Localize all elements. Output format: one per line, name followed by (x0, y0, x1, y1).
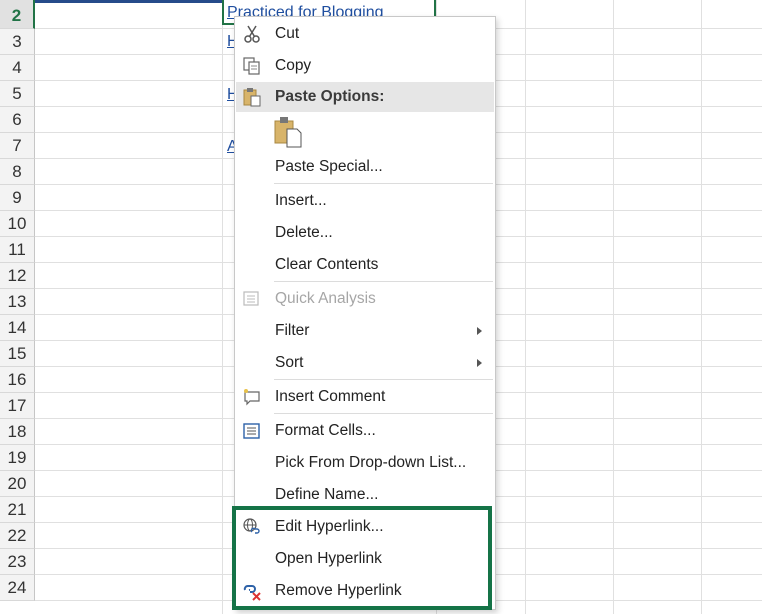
menu-item-insert[interactable]: Insert... (236, 186, 494, 216)
row-header-10[interactable]: 10 (0, 211, 35, 237)
row-header-20[interactable]: 20 (0, 471, 35, 497)
menu-item-label: Format Cells... (275, 422, 376, 439)
row-header-24[interactable]: 24 (0, 575, 35, 601)
row-header-17[interactable]: 17 (0, 393, 35, 419)
format-cells-icon (242, 421, 262, 441)
row-header-7[interactable]: 7 (0, 133, 35, 159)
row-header-22[interactable]: 22 (0, 523, 35, 549)
menu-item-cut[interactable]: Cut (236, 19, 494, 49)
clipboard-icon (242, 87, 262, 107)
menu-item-sort[interactable]: Sort (236, 348, 494, 378)
menu-item-delete[interactable]: Delete... (236, 218, 494, 248)
menu-separator (274, 281, 493, 282)
menu-item-label: Copy (275, 57, 312, 74)
menu-item-open-hyperlink[interactable]: Open Hyperlink (236, 544, 494, 574)
menu-separator (274, 413, 493, 414)
menu-item-clear-contents[interactable]: Clear Contents (236, 250, 494, 280)
copy-icon (242, 56, 262, 76)
row-header-8[interactable]: 8 (0, 159, 35, 185)
remove-link-icon (242, 581, 262, 601)
globe-link-icon (242, 517, 262, 537)
paste-options-label: Paste Options: (275, 88, 385, 105)
row-header-16[interactable]: 16 (0, 367, 35, 393)
menu-item-copy[interactable]: Copy (236, 51, 494, 81)
row-header-12[interactable]: 12 (0, 263, 35, 289)
menu-item-define-name[interactable]: Define Name... (236, 480, 494, 510)
row-header-21[interactable]: 21 (0, 497, 35, 523)
menu-item-label: Remove Hyperlink (275, 582, 402, 599)
row-header-19[interactable]: 19 (0, 445, 35, 471)
menu-item-format-cells[interactable]: Format Cells... (236, 416, 494, 446)
menu-item-label: Insert Comment (275, 388, 386, 405)
menu-item-label: Insert... (275, 192, 327, 209)
menu-item-label: Delete... (275, 224, 333, 241)
comment-icon (242, 387, 262, 407)
menu-separator (274, 183, 493, 184)
menu-item-label: Cut (275, 25, 300, 42)
paste-options-header: Paste Options: (236, 82, 494, 112)
context-menu: Cut Copy Paste Options: Paste Special...… (234, 16, 496, 610)
row-header-9[interactable]: 9 (0, 185, 35, 211)
menu-item-label: Sort (275, 354, 304, 371)
menu-item-quick-analysis: Quick Analysis (236, 284, 494, 314)
menu-item-label: Pick From Drop-down List... (275, 454, 467, 471)
row-header-2[interactable]: 2 (0, 0, 35, 29)
menu-item-remove-hyperlink[interactable]: Remove Hyperlink (236, 576, 494, 606)
row-header-5[interactable]: 5 (0, 81, 35, 107)
menu-item-label: Clear Contents (275, 256, 379, 273)
paste-button-icon[interactable] (273, 115, 305, 149)
row-header-3[interactable]: 3 (0, 29, 35, 55)
row-header-18[interactable]: 18 (0, 419, 35, 445)
menu-item-insert-comment[interactable]: Insert Comment (236, 382, 494, 412)
row-header-14[interactable]: 14 (0, 315, 35, 341)
menu-item-pick-from-list[interactable]: Pick From Drop-down List... (236, 448, 494, 478)
row-header-4[interactable]: 4 (0, 55, 35, 81)
row-header-15[interactable]: 15 (0, 341, 35, 367)
menu-item-label: Paste Special... (275, 158, 383, 175)
selected-row-indicator (35, 0, 222, 3)
menu-separator (274, 379, 493, 380)
quick-analysis-icon (242, 289, 262, 309)
row-header-11[interactable]: 11 (0, 237, 35, 263)
menu-item-paste-special[interactable]: Paste Special... (236, 152, 494, 182)
menu-item-edit-hyperlink[interactable]: Edit Hyperlink... (236, 512, 494, 542)
row-header-23[interactable]: 23 (0, 549, 35, 575)
menu-item-label: Open Hyperlink (275, 550, 382, 567)
menu-item-filter[interactable]: Filter (236, 316, 494, 346)
row-header-13[interactable]: 13 (0, 289, 35, 315)
menu-item-label: Filter (275, 322, 310, 339)
submenu-arrow-icon (477, 327, 482, 335)
scissors-icon (242, 24, 262, 44)
row-header-6[interactable]: 6 (0, 107, 35, 133)
menu-item-label: Define Name... (275, 486, 379, 503)
menu-item-label: Edit Hyperlink... (275, 518, 384, 535)
menu-item-label: Quick Analysis (275, 290, 376, 307)
submenu-arrow-icon (477, 359, 482, 367)
